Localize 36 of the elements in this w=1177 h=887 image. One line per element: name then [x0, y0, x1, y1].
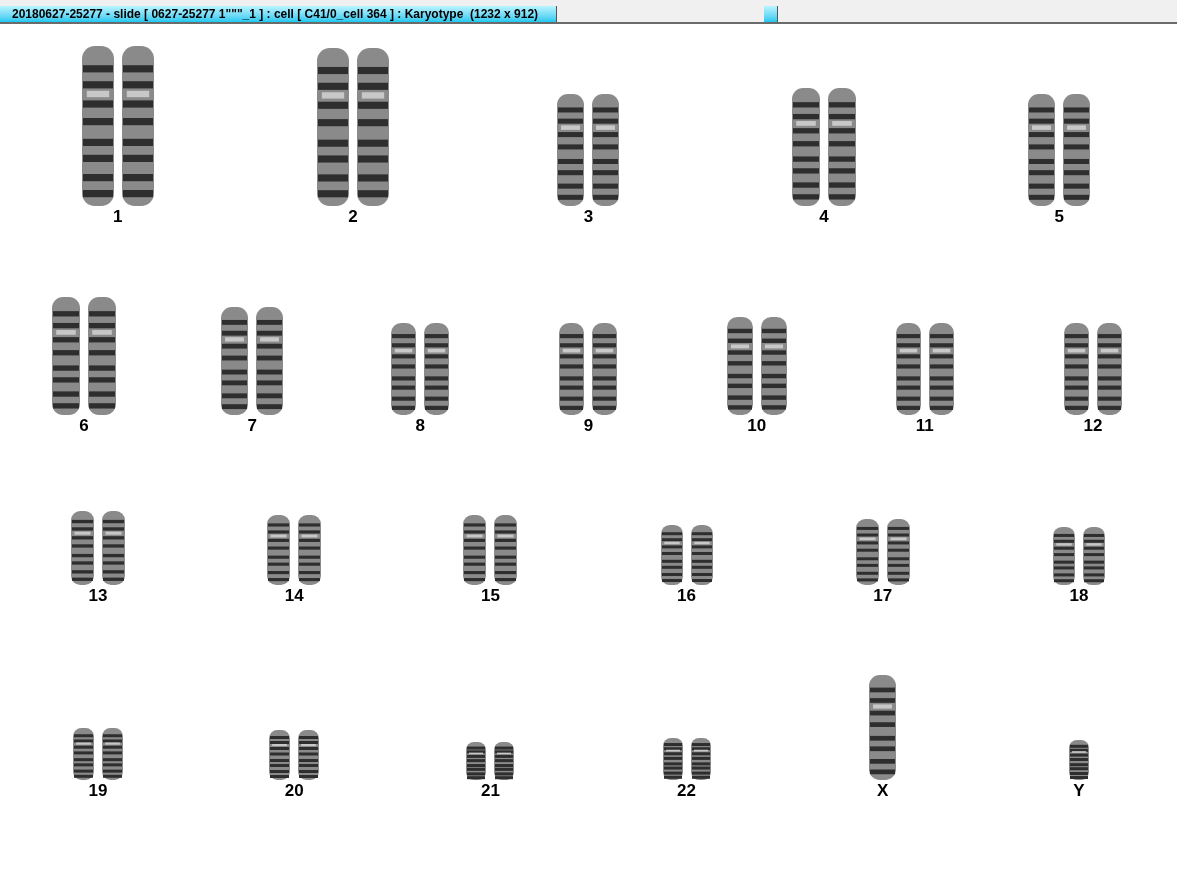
chromosome-pair-drawing	[463, 515, 518, 585]
tab-handle[interactable]	[764, 6, 778, 22]
chromosome-label: 16	[677, 585, 697, 607]
chromosome-label: 8	[415, 415, 426, 437]
chromosome-label: 22	[677, 780, 697, 802]
chromosome-pair-drawing	[466, 742, 515, 780]
chromosome-label: 6	[79, 415, 89, 437]
chromosome-pair-drawing	[855, 519, 910, 585]
chromosome-label: 10	[747, 415, 767, 437]
chromosome-label: 12	[1083, 415, 1103, 437]
chromosome-label: Y	[1073, 780, 1085, 802]
chromosome-label: 21	[480, 780, 500, 802]
chromosome-label: 1	[112, 206, 123, 228]
chromosome-pair-drawing	[660, 525, 713, 585]
chromosome-label: 11	[915, 415, 934, 437]
chromosome-pair-drawing	[73, 728, 124, 780]
chromosome-label: 14	[284, 585, 304, 607]
chromosome-label: 20	[284, 780, 304, 802]
chromosome-label: 3	[583, 206, 594, 228]
chromosome-pair-drawing	[662, 738, 711, 780]
chromosome-pair-drawing	[269, 730, 320, 780]
chromosome-label: 2	[348, 206, 358, 228]
chromosome-label: X	[877, 780, 889, 802]
chromosome-label: 17	[873, 585, 893, 607]
chromosome-label: 4	[819, 206, 829, 228]
chromosome-pair-drawing	[1068, 740, 1089, 780]
chromosome-label: 15	[480, 585, 500, 607]
chromosome-label: 18	[1069, 585, 1089, 607]
chromosome-pair-drawing	[1052, 527, 1105, 585]
document-tab[interactable]: 20180627-25277 - slide [ 0627-25277 1"""_1 ] : cell [ C41/0_cell 364 ] : Karyotype (1232 x 912)	[0, 6, 557, 22]
chromosome-label: 7	[247, 415, 257, 437]
chromosome-label: 5	[1054, 206, 1064, 228]
chromosome-pair-drawing	[267, 515, 322, 585]
chromosome-label: 19	[88, 780, 108, 802]
chromosome-label: 9	[583, 415, 594, 437]
chromosome-label: 13	[88, 585, 108, 607]
